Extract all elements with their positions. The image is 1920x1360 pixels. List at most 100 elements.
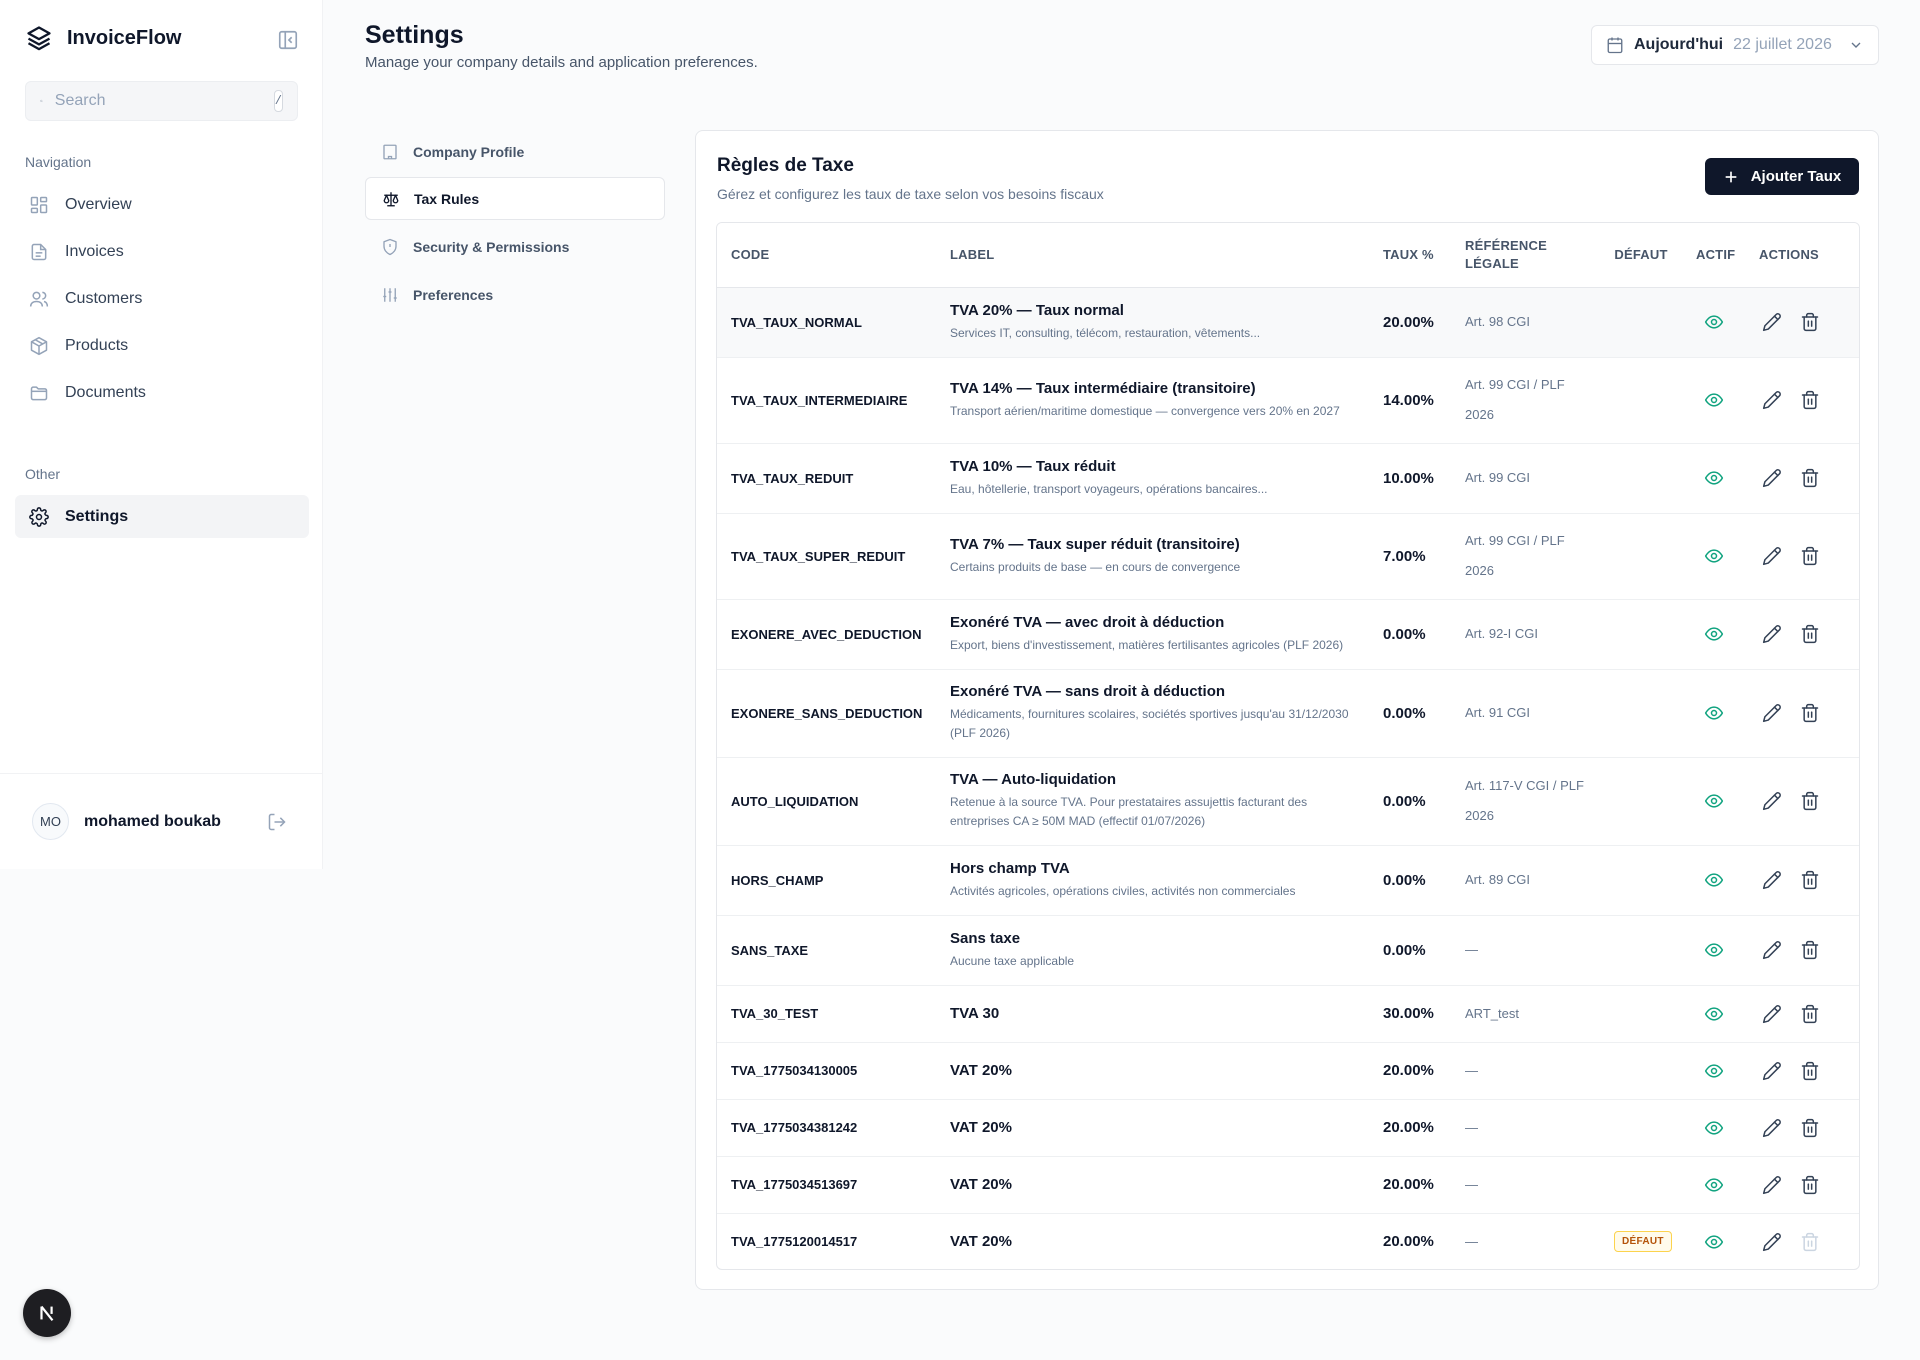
sidebar-collapse-icon[interactable] [277, 29, 299, 51]
trash-icon[interactable] [1800, 546, 1820, 566]
tax-description: Aucune taxe applicable [950, 953, 1075, 968]
table-row: TVA_30_TEST TVA 30 30.00% ART_test [717, 985, 1859, 1043]
tax-description: Retenue à la source TVA. Pour prestatair… [950, 795, 1308, 828]
trash-icon[interactable] [1800, 468, 1820, 488]
table-row: TVA_1775120014517 VAT 20% 20.00% — DÉFAUT [717, 1213, 1859, 1269]
legal-reference: ART_test [1451, 985, 1600, 1043]
trash-icon[interactable] [1800, 624, 1820, 644]
eye-icon[interactable] [1704, 1232, 1724, 1252]
trash-icon[interactable] [1800, 1061, 1820, 1081]
sidebar-item-products[interactable]: Products [15, 324, 309, 367]
user-card[interactable]: MO mohamed boukab [0, 773, 323, 869]
sidebar-item-customers[interactable]: Customers [15, 277, 309, 320]
trash-icon [1801, 1232, 1819, 1251]
edit-pencil-icon[interactable] [1762, 870, 1782, 890]
trash-icon[interactable] [1800, 703, 1820, 723]
legal-reference: Art. 91 CGI [1451, 669, 1600, 758]
row-actions [1759, 940, 1845, 960]
trash-icon[interactable] [1800, 1175, 1820, 1195]
eye-icon[interactable] [1704, 870, 1724, 890]
trash-icon[interactable] [1800, 390, 1820, 410]
eye-icon[interactable] [1704, 1118, 1724, 1138]
table-row: AUTO_LIQUIDATION TVA — Auto-liquidation Re… [717, 757, 1859, 846]
edit-pencil-icon[interactable] [1762, 1061, 1782, 1081]
actions-cell [1745, 757, 1859, 846]
sidebar-item-settings[interactable]: Settings [15, 495, 309, 538]
actions-cell [1745, 443, 1859, 514]
default-cell [1600, 915, 1682, 986]
eye-icon[interactable] [1704, 312, 1724, 332]
brand[interactable]: InvoiceFlow [25, 24, 181, 52]
edit-pencil-icon[interactable] [1762, 1118, 1782, 1138]
tax-rules-table: CODE LABEL TAUX % RÉFÉRENCE LÉGALE DÉFAU… [716, 222, 1860, 1270]
tax-label-cell: Sans taxe Aucune taxe applicable [936, 915, 1369, 986]
tax-description: Certains produits de base — en cours de … [950, 559, 1241, 574]
edit-pencil-icon[interactable] [1762, 1175, 1782, 1195]
layout-grid-icon [30, 196, 48, 213]
eye-icon[interactable] [1704, 468, 1724, 488]
trash-icon[interactable] [1800, 870, 1820, 890]
sidebar-item-documents[interactable]: Documents [15, 371, 309, 414]
package-icon [30, 336, 48, 355]
edit-pencil-icon[interactable] [1762, 703, 1782, 723]
avatar: MO [32, 803, 69, 840]
eye-icon[interactable] [1704, 1004, 1724, 1024]
active-cell [1682, 915, 1745, 986]
eye-icon[interactable] [1704, 703, 1724, 723]
trash-icon[interactable] [1800, 791, 1820, 811]
tax-code: TVA_1775034513697 [717, 1156, 936, 1214]
eye-icon[interactable] [1704, 546, 1724, 566]
row-actions [1759, 1175, 1845, 1195]
tax-label: VAT 20% [950, 1176, 1012, 1193]
edit-pencil-icon[interactable] [1762, 468, 1782, 488]
eye-icon[interactable] [1704, 624, 1724, 644]
search-icon [40, 99, 43, 103]
tax-label-cell: VAT 20% [936, 1099, 1369, 1157]
default-cell [1600, 1042, 1682, 1100]
trash-icon[interactable] [1800, 312, 1820, 332]
eye-icon[interactable] [1704, 940, 1724, 960]
edit-pencil-icon[interactable] [1762, 791, 1782, 811]
actions-cell [1745, 1213, 1859, 1269]
tab-tax-rules[interactable]: Tax Rules [365, 177, 665, 220]
edit-pencil-icon[interactable] [1762, 1004, 1782, 1024]
eye-icon[interactable] [1704, 791, 1724, 811]
date-picker[interactable]: Aujourd'hui 22 juillet 2026 [1591, 25, 1879, 65]
tax-rate: 0.00% [1369, 845, 1451, 916]
active-cell [1682, 357, 1745, 444]
sidebar-item-invoices[interactable]: Invoices [15, 230, 309, 273]
tab-security-permissions[interactable]: Security & Permissions [365, 225, 665, 268]
edit-pencil-icon[interactable] [1762, 312, 1782, 332]
default-cell [1600, 1099, 1682, 1157]
add-rate-button[interactable]: Ajouter Taux [1705, 158, 1859, 195]
edit-pencil-icon[interactable] [1762, 546, 1782, 566]
table-row: TVA_TAUX_INTERMEDIAIRE TVA 14% — Taux int… [717, 357, 1859, 444]
default-cell: DÉFAUT [1600, 1213, 1682, 1269]
actions-cell [1745, 513, 1859, 600]
edit-pencil-icon[interactable] [1762, 1232, 1782, 1252]
layers-logo-icon [27, 26, 51, 51]
scale-icon [383, 191, 399, 206]
actions-cell [1745, 1099, 1859, 1157]
edit-pencil-icon[interactable] [1762, 940, 1782, 960]
edit-pencil-icon[interactable] [1762, 624, 1782, 644]
eye-icon[interactable] [1704, 390, 1724, 410]
search-input[interactable] [54, 92, 262, 110]
legal-reference: Art. 99 CGI / PLF 2026 [1451, 357, 1600, 444]
tax-label: TVA 7% — Taux super réduit (transitoire) [950, 535, 1240, 553]
tax-label-cell: Exonéré TVA — avec droit à déduction Expo… [936, 599, 1369, 670]
search-box[interactable]: / [25, 81, 298, 121]
eye-icon[interactable] [1704, 1061, 1724, 1081]
tab-preferences[interactable]: Preferences [365, 273, 665, 316]
next-dev-badge[interactable] [23, 1289, 71, 1337]
trash-icon[interactable] [1800, 1004, 1820, 1024]
eye-icon[interactable] [1704, 1175, 1724, 1195]
trash-icon[interactable] [1800, 940, 1820, 960]
edit-pencil-icon[interactable] [1762, 390, 1782, 410]
tax-rate: 0.00% [1369, 757, 1451, 846]
trash-icon[interactable] [1800, 1118, 1820, 1138]
card-subtitle: Gérez et configurez les taux de taxe sel… [717, 186, 1104, 202]
sidebar-item-overview[interactable]: Overview [15, 183, 309, 226]
logout-icon[interactable] [267, 812, 287, 832]
tab-company-profile[interactable]: Company Profile [365, 130, 665, 173]
